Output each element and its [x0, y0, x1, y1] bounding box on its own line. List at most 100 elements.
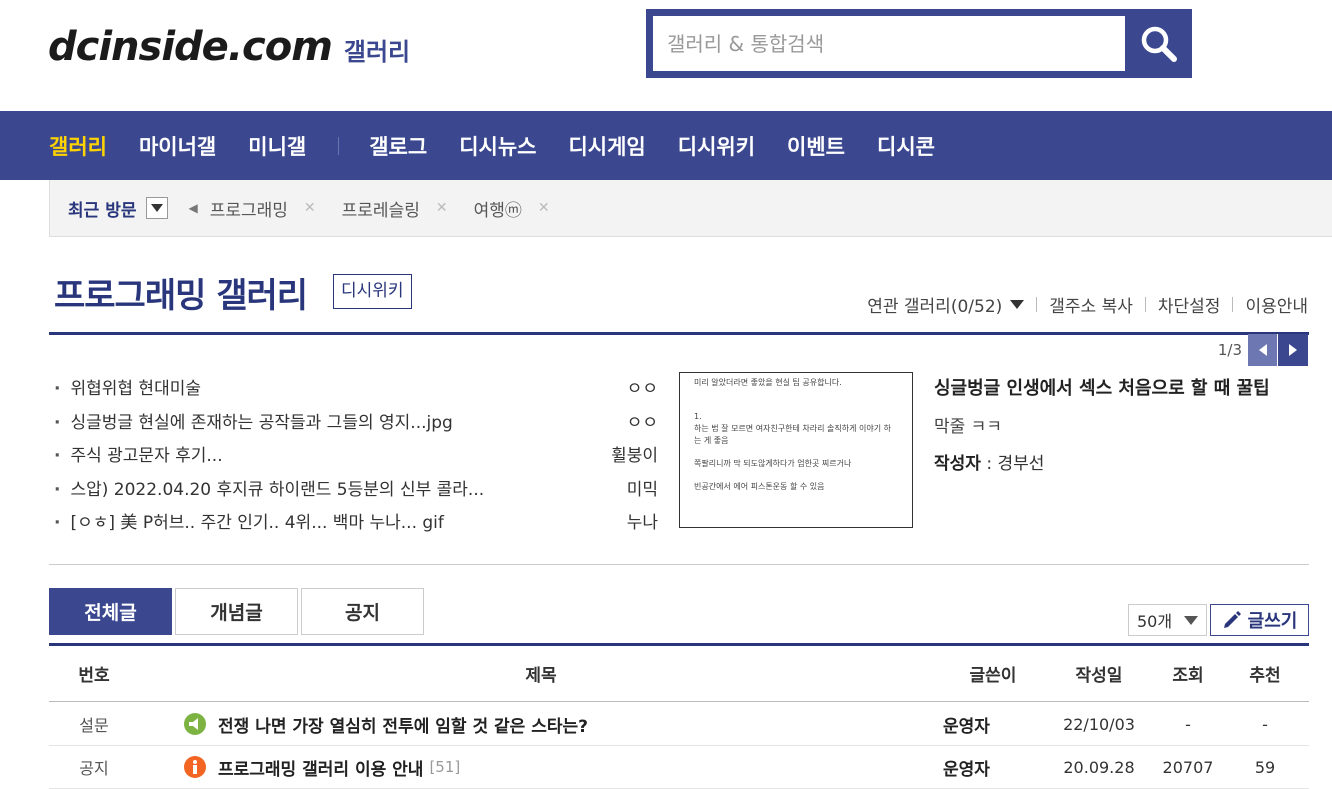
tab-notice[interactable]: 공지: [301, 588, 424, 635]
featured-detail-title[interactable]: 싱글벙글 인생에서 섹스 처음으로 할 때 꿀팁: [934, 374, 1314, 400]
remove-recent-icon[interactable]: ✕: [304, 200, 316, 216]
divider: [1144, 297, 1146, 312]
dc-wiki-button[interactable]: 디시위키: [333, 274, 412, 309]
search-icon: [1141, 26, 1177, 62]
col-writer: 글쓴이: [969, 666, 1017, 686]
featured-thumbnail[interactable]: 미리 알았더라면 좋았을 현실 팁 공유합니다. 1. 하는 법 잘 모르면 여…: [679, 372, 913, 528]
featured-pager: 1/3: [1218, 334, 1308, 366]
row-writer[interactable]: 운영자: [943, 755, 1043, 780]
write-post-button[interactable]: 글쓰기: [1210, 604, 1309, 636]
related-gallery-link[interactable]: 연관 갤러리(0/52): [867, 292, 1002, 317]
featured-item: 위협위협 현대미술 ㅇㅇ: [54, 370, 658, 404]
featured-detail-subtitle: 막줄 ㅋㅋ: [934, 417, 1002, 437]
col-title: 제목: [525, 666, 557, 686]
nav-dc-news[interactable]: 디시뉴스: [459, 131, 536, 161]
row-recommend: -: [1262, 714, 1268, 734]
thumbnail-text: 하는 법 잘 모르면 여자친구한테 차라리 솔직하게 이야기 하는 게 좋음: [694, 424, 891, 445]
block-settings-link[interactable]: 차단설정: [1158, 292, 1221, 317]
featured-list: 위협위협 현대미술 ㅇㅇ 싱글벙글 현실에 존재하는 공작들과 그들의 영지..…: [54, 370, 658, 538]
recent-item-wrestling[interactable]: 프로레슬링: [342, 196, 420, 221]
featured-item: 스압) 2022.04.20 후지큐 하이랜드 5등분의 신부 콜라... 미믹: [54, 471, 658, 505]
pager-next-button[interactable]: [1278, 334, 1308, 366]
row-number: 설문: [79, 716, 109, 735]
usage-guide-link[interactable]: 이용안내: [1245, 292, 1308, 317]
featured-item: 주식 광고문자 후기... 휠붕이: [54, 437, 658, 471]
featured-item: 싱글벙글 현실에 존재하는 공작들과 그들의 영지...jpg ㅇㅇ: [54, 404, 658, 438]
caret-down-icon: [1184, 616, 1198, 625]
site-logo[interactable]: dcinside.com 갤러리: [48, 24, 410, 70]
row-title-text: 전쟁 나면 가장 열심히 전투에 임할 것 같은 스타는?: [218, 716, 589, 737]
nav-dc-con[interactable]: 디시콘: [877, 131, 935, 161]
megaphone-icon: [184, 713, 206, 735]
featured-item-title[interactable]: 위협위협 현대미술: [54, 374, 201, 399]
nav-mini-gallery[interactable]: 미니갤: [248, 131, 306, 161]
recent-visits-title: 최근 방문: [68, 200, 137, 221]
row-writer[interactable]: 운영자: [943, 712, 1043, 737]
table-row[interactable]: 공지 프로그래밍 갤러리 이용 안내 [51] 운영자 20.09.28 207…: [49, 746, 1309, 789]
caret-down-icon[interactable]: [1010, 300, 1025, 309]
featured-item-title[interactable]: 스압) 2022.04.20 후지큐 하이랜드 5등분의 신부 콜라...: [54, 475, 484, 500]
featured-detail-author: 작성자 : 경부선: [934, 454, 1045, 474]
tab-concept-posts[interactable]: 개념글: [175, 588, 298, 635]
gallery-tools: 연관 갤러리(0/52) 갤주소 복사 차단설정 이용안내: [867, 292, 1308, 317]
reply-count[interactable]: [51]: [429, 758, 460, 776]
pager-prev-button[interactable]: [1248, 334, 1278, 366]
copy-gallery-address-link[interactable]: 갤주소 복사: [1049, 292, 1133, 317]
recent-visits-bar: 최근 방문 ◀ 프로그래밍 ✕ 프로레슬링 ✕ 여행ⓜ ✕: [49, 180, 1332, 237]
featured-item-title[interactable]: [ㅇㅎ] 美 P허브.. 주간 인기.. 4위... 백마 누나... gif: [54, 508, 443, 533]
section-divider: [49, 564, 1309, 565]
featured-item-author: 누나: [626, 513, 658, 534]
logo-text: dcinside.com: [48, 24, 333, 70]
nav-minor-gallery[interactable]: 마이너갤: [139, 131, 216, 161]
info-icon: [184, 756, 206, 778]
featured-detail: 싱글벙글 인생에서 섹스 처음으로 할 때 꿀팁 막줄 ㅋㅋ 작성자 : 경부선: [934, 374, 1314, 474]
nav-gallog[interactable]: 갤로그: [369, 131, 427, 161]
featured-item-author: 미믹: [626, 479, 658, 500]
table-row[interactable]: 설문 전쟁 나면 가장 열심히 전투에 임할 것 같은 스타는? 운영자 22/…: [49, 703, 1309, 746]
row-title-text: 프로그래밍 갤러리 이용 안내: [218, 759, 424, 780]
thumbnail-text: 빈공간에서 에어 피스톤운동 할 수 있음: [694, 482, 825, 491]
recent-item-programming[interactable]: 프로그래밍: [210, 196, 288, 221]
caret-down-icon: [151, 204, 164, 212]
divider: [1036, 297, 1038, 312]
row-number: 공지: [79, 759, 109, 778]
row-views: 20707: [1162, 757, 1214, 777]
list-tabs: 전체글 개념글 공지: [49, 588, 427, 635]
search-box: [646, 9, 1192, 78]
chevron-right-icon: [1289, 344, 1297, 356]
row-recommend: 59: [1254, 757, 1276, 777]
row-title[interactable]: 프로그래밍 갤러리 이용 안내 [51]: [139, 755, 943, 780]
nav-gallery[interactable]: 갤러리: [49, 131, 107, 161]
chevron-left-icon: [1258, 344, 1267, 356]
row-date: 22/10/03: [1063, 714, 1135, 734]
col-date: 작성일: [1075, 666, 1123, 686]
nav-dc-game[interactable]: 디시게임: [568, 131, 645, 161]
thumbnail-text: 미리 알았더라면 좋았을 현실 팁 공유합니다.: [694, 378, 842, 387]
remove-recent-icon[interactable]: ✕: [436, 200, 448, 216]
row-views: -: [1185, 714, 1191, 734]
write-post-label: 글쓰기: [1247, 611, 1298, 632]
recent-item-travel[interactable]: 여행ⓜ: [474, 196, 522, 221]
recent-prev-arrow[interactable]: ◀: [188, 201, 197, 215]
pencil-icon: [1223, 611, 1241, 628]
featured-item-title[interactable]: 싱글벙글 현실에 존재하는 공작들과 그들의 영지...jpg: [54, 408, 452, 433]
row-title[interactable]: 전쟁 나면 가장 열심히 전투에 임할 것 같은 스타는?: [139, 712, 943, 737]
tab-all-posts[interactable]: 전체글: [49, 588, 172, 635]
col-recommend: 추천: [1249, 666, 1281, 686]
search-button[interactable]: [1126, 9, 1192, 78]
nav-event[interactable]: 이벤트: [787, 131, 845, 161]
header: dcinside.com 갤러리: [0, 0, 1332, 111]
author-label: 작성자: [934, 454, 981, 474]
featured-item-author: ㅇㅇ: [626, 379, 658, 400]
search-input[interactable]: [653, 16, 1125, 71]
table-header: 번호 제목 글쓴이 작성일 조회 추천: [49, 646, 1309, 702]
col-number: 번호: [78, 666, 110, 686]
title-divider: [49, 332, 1309, 335]
featured-item-title[interactable]: 주식 광고문자 후기...: [54, 441, 222, 466]
nav-dc-wiki[interactable]: 디시위키: [678, 131, 755, 161]
list-count-select[interactable]: 50개: [1128, 604, 1207, 636]
divider: [1232, 297, 1234, 312]
remove-recent-icon[interactable]: ✕: [538, 200, 550, 216]
gallery-title[interactable]: 프로그래밍 갤러리: [54, 268, 308, 317]
recent-visits-toggle[interactable]: [146, 197, 169, 219]
